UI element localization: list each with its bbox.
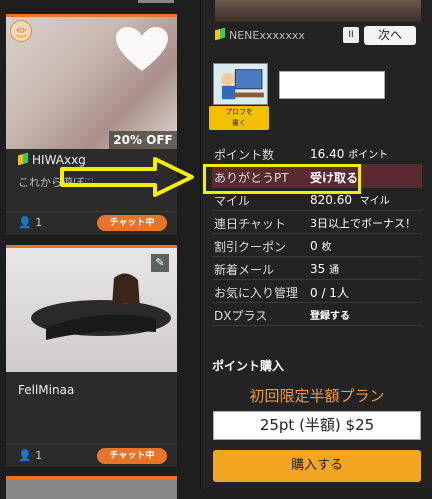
performer-name: FellMinaa: [18, 383, 75, 397]
points-row: ポイント数 16.40 ポイント: [212, 142, 422, 165]
birthday-cake-icon: 🎂: [10, 20, 32, 42]
beginner-mark-icon: [215, 27, 225, 41]
chat-status-button[interactable]: チャット中: [97, 215, 167, 231]
write-profile-button[interactable]: プロフを 書く: [209, 106, 269, 130]
user-avatar: [213, 63, 268, 105]
performer-photo[interactable]: ✎: [6, 248, 177, 372]
coupon-row: 割引クーポン 0 枚: [212, 234, 422, 257]
card-footer: 👤 1 チャット中: [6, 444, 177, 466]
card-footer: 👤 1 チャット中: [6, 211, 177, 233]
favorite-row: お気に入り管理 0 / 1人: [212, 280, 422, 303]
chat-status-button[interactable]: チャット中: [97, 448, 167, 464]
pen-icon: ✎: [151, 254, 169, 272]
purchase-title: ポイント購入: [212, 359, 285, 373]
performer-card[interactable]: [6, 476, 177, 499]
highlight-box: [203, 164, 361, 194]
performer-card[interactable]: ✎ FellMinaa 👤 1 チャット中: [6, 245, 177, 467]
dx-register-link[interactable]: 登録する: [310, 307, 350, 322]
plan-select[interactable]: 25pt (半額) $25: [213, 411, 421, 440]
viewer-count: 👤 1: [18, 449, 43, 462]
viewer-count: 👤 1: [18, 216, 43, 229]
current-performer-name: NENExxxxxxx: [215, 27, 305, 42]
beginner-mark-icon: [18, 152, 28, 166]
performer-photo[interactable]: [6, 479, 177, 499]
performer-card[interactable]: 🎂 20% OFF HIWAxxg これから遊ぼ♡ 👤 1 チャット中: [6, 14, 177, 235]
username-field[interactable]: [279, 71, 385, 99]
performer-photo[interactable]: 🎂 20% OFF: [6, 17, 177, 149]
buy-button[interactable]: 購入する: [213, 450, 421, 482]
next-button[interactable]: 次へ: [364, 26, 416, 45]
heart-icon: [116, 27, 168, 71]
plan-label: 初回限定半額プラン: [249, 387, 385, 405]
scroll-indicator: [138, 0, 174, 3]
mail-row: 新着メール 35 通: [212, 257, 422, 280]
streak-row: 連日チャット 3日以上でボーナス！: [212, 211, 422, 234]
pause-button[interactable]: II: [343, 27, 359, 43]
video-preview[interactable]: [215, 0, 421, 22]
arrow-icon: [60, 157, 194, 197]
performer-list: 🎂 20% OFF HIWAxxg これから遊ぼ♡ 👤 1 チャット中 ✎ Fe…: [0, 0, 183, 499]
discount-label: 20% OFF: [109, 131, 177, 149]
dx-row: DXプラス 登録する: [212, 303, 422, 326]
